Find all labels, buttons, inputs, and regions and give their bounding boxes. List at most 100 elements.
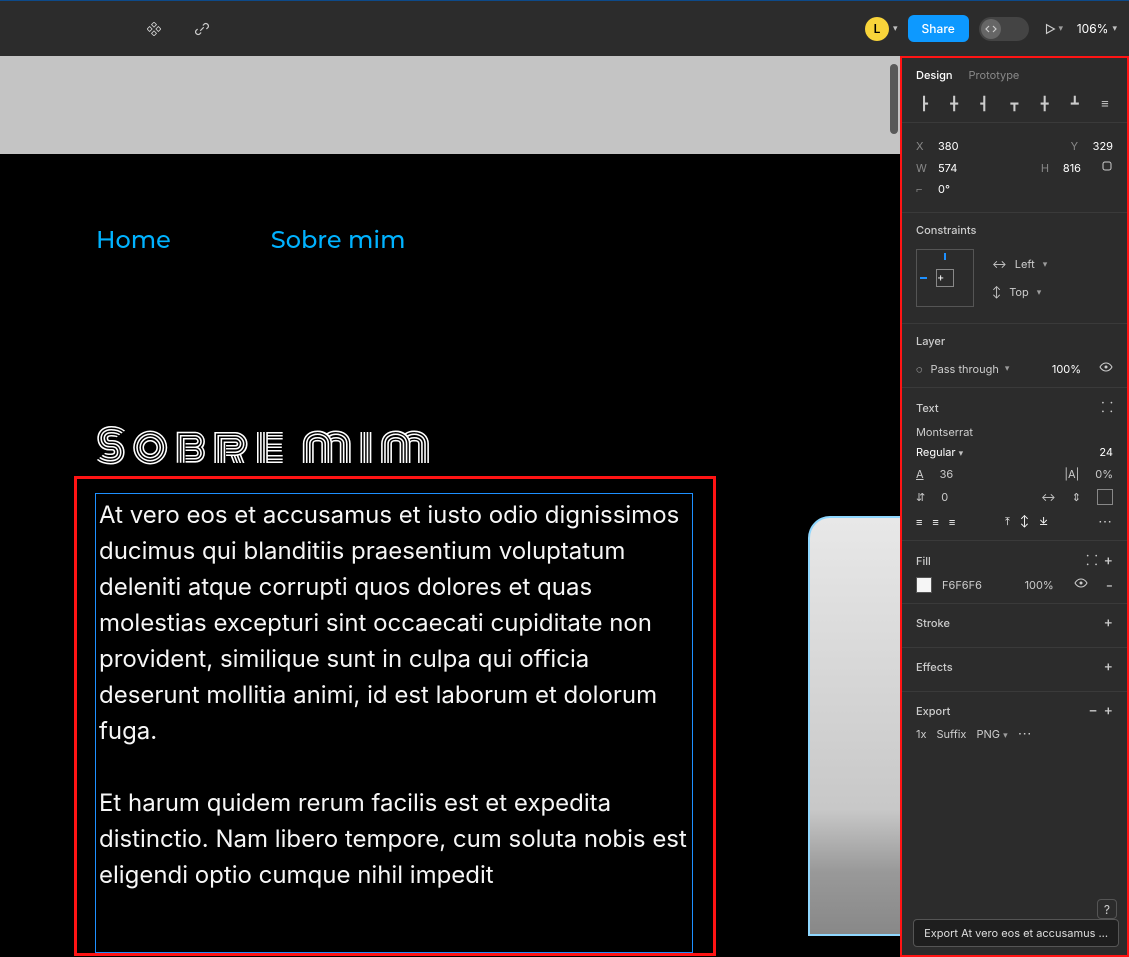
y-input[interactable]: 329 [1093,139,1113,153]
user-menu[interactable]: L ▾ [865,17,898,41]
present-button[interactable]: ▾ [1039,15,1067,43]
x-input[interactable]: 380 [938,139,959,153]
w-input[interactable]: 574 [938,161,957,175]
nav-home[interactable]: Home [96,226,171,255]
page-nav: Home Sobre mim [96,226,405,255]
scrollbar-vertical[interactable] [890,64,898,134]
effects-title: Effects [916,660,953,674]
text-more-icon[interactable]: ⋯ [1098,513,1113,530]
link-dims-icon[interactable] [1101,159,1113,176]
avatar: L [865,17,889,41]
constraints-section: Constraints + ↔ Left ▾ ↕ Top ▾ [902,213,1127,324]
fixed-size-icon[interactable] [1097,489,1113,505]
font-family[interactable]: Montserrat [916,425,1113,439]
align-bottom-icon[interactable]: ┻ [1067,96,1083,112]
text-style-icon[interactable]: ⸬ [1101,398,1113,417]
export-format[interactable]: PNG ▾ [976,727,1007,741]
components-icon[interactable] [140,15,168,43]
export-title: Export [916,704,950,718]
add-fill-icon[interactable]: + [1104,552,1113,569]
fill-visibility-icon[interactable] [1074,576,1088,593]
layer-section: Layer ◌ Pass through ▾ 100% [902,324,1127,388]
zoom-control[interactable]: 106% ▾ [1077,21,1117,36]
remove-fill-icon[interactable]: − [1106,578,1113,592]
constraints-title: Constraints [916,223,1113,237]
constraint-v[interactable]: ↕ Top ▾ [992,285,1047,299]
body-text[interactable]: At vero eos et accusamus et iusto odio d… [99,497,689,929]
chevron-down-icon: ▾ [893,23,898,34]
blend-mode[interactable]: Pass through ▾ [931,362,1010,376]
distribute-icon[interactable]: ≡ [1097,96,1113,112]
letter-spacing-input[interactable]: 0% [1095,467,1113,481]
transform-section: X 380 Y 329 W 574 H 816 ⌐ 0° [902,123,1127,213]
canvas[interactable]: Home Sobre mim Sobre mim At vero eos et … [0,56,900,957]
align-right-icon[interactable]: ┫ [976,96,992,112]
x-label: X [916,139,930,153]
stroke-title: Stroke [916,616,950,630]
auto-height-icon[interactable]: ⇕ [1072,490,1081,504]
auto-width-icon[interactable]: ↔ [1041,490,1056,504]
align-vcenter-icon[interactable]: ╋ [1037,96,1053,112]
text-align-right-icon[interactable]: ≡ [949,515,955,529]
top-toolbar: L ▾ Share ▾ 106% ▾ [0,0,1129,56]
zoom-value: 106% [1077,21,1109,36]
properties-panel: Design Prototype ┣ ╋ ┫ ┳ ╋ ┻ ≡ X 380 Y 3… [900,56,1129,957]
paragraph-spacing-input[interactable]: 0 [941,490,948,504]
effects-section: Effects + [902,648,1127,692]
fill-style-icon[interactable]: ⸬ [1086,552,1098,569]
text-section: Text⸬ Montserrat Regular ▾ 24 A 36 |A| 0… [902,388,1127,541]
dev-mode-toggle[interactable] [979,17,1029,41]
link-icon[interactable] [188,15,216,43]
align-left-icon[interactable]: ┣ [916,96,932,112]
fill-opacity[interactable]: 100% [1025,578,1054,592]
rotation-input[interactable]: 0° [938,182,950,196]
line-height-input[interactable]: 36 [940,467,954,481]
device-mockup [808,516,900,936]
constraints-widget[interactable]: + [916,249,974,307]
fill-title: Fill [916,554,931,568]
align-tools: ┣ ╋ ┫ ┳ ╋ ┻ ≡ [902,90,1127,123]
page-title: Sobre mim [96,412,437,481]
text-align-center-icon[interactable]: ≡ [932,515,938,529]
text-valign-mid-icon[interactable]: ↕ [1020,514,1029,529]
remove-export-icon[interactable]: − [1088,702,1097,719]
layer-opacity[interactable]: 100% [1052,362,1081,376]
fill-section: Fill ⸬ + F6F6F6 100% − [902,541,1127,604]
nav-about[interactable]: Sobre mim [271,226,406,255]
canvas-bg-strip [0,56,900,154]
tab-design[interactable]: Design [916,68,953,82]
fill-hex[interactable]: F6F6F6 [942,578,982,592]
help-icon[interactable]: ? [1097,899,1117,919]
text-valign-top-icon[interactable]: ⤒ [1005,514,1010,529]
export-tooltip: Export At vero eos et accusamus ... [913,919,1119,947]
visibility-icon[interactable] [1099,360,1113,377]
layer-title: Layer [916,334,1113,348]
font-weight[interactable]: Regular ▾ [916,445,963,459]
export-suffix[interactable]: Suffix [936,727,966,741]
align-top-icon[interactable]: ┳ [1006,96,1022,112]
export-more-icon[interactable]: ⋯ [1018,725,1033,742]
line-height-icon: A [916,467,924,481]
add-export-icon[interactable]: + [1104,702,1113,719]
tab-prototype[interactable]: Prototype [969,68,1020,82]
paragraph-2: Et harum quidem rerum facilis est et exp… [99,785,689,893]
align-hcenter-icon[interactable]: ╋ [946,96,962,112]
angle-icon: ⌐ [916,182,930,196]
constraint-h[interactable]: ↔ Left ▾ [992,257,1047,271]
selection-highlight: At vero eos et accusamus et iusto odio d… [74,476,716,956]
add-effect-icon[interactable]: + [1104,658,1113,675]
fill-color-swatch[interactable] [916,577,932,593]
y-label: Y [1071,139,1085,153]
chevron-down-icon: ▾ [1112,23,1117,34]
stroke-section: Stroke + [902,604,1127,648]
w-label: W [916,161,930,175]
share-button[interactable]: Share [908,15,969,42]
text-title: Text [916,401,939,415]
text-valign-bot-icon[interactable]: ⤓ [1039,514,1048,529]
paragraph-1: At vero eos et accusamus et iusto odio d… [99,497,689,749]
text-align-left-icon[interactable]: ≡ [916,515,922,529]
add-stroke-icon[interactable]: + [1104,614,1113,631]
h-input[interactable]: 816 [1063,161,1081,175]
export-scale[interactable]: 1x [916,727,926,741]
font-size[interactable]: 24 [1099,445,1113,459]
